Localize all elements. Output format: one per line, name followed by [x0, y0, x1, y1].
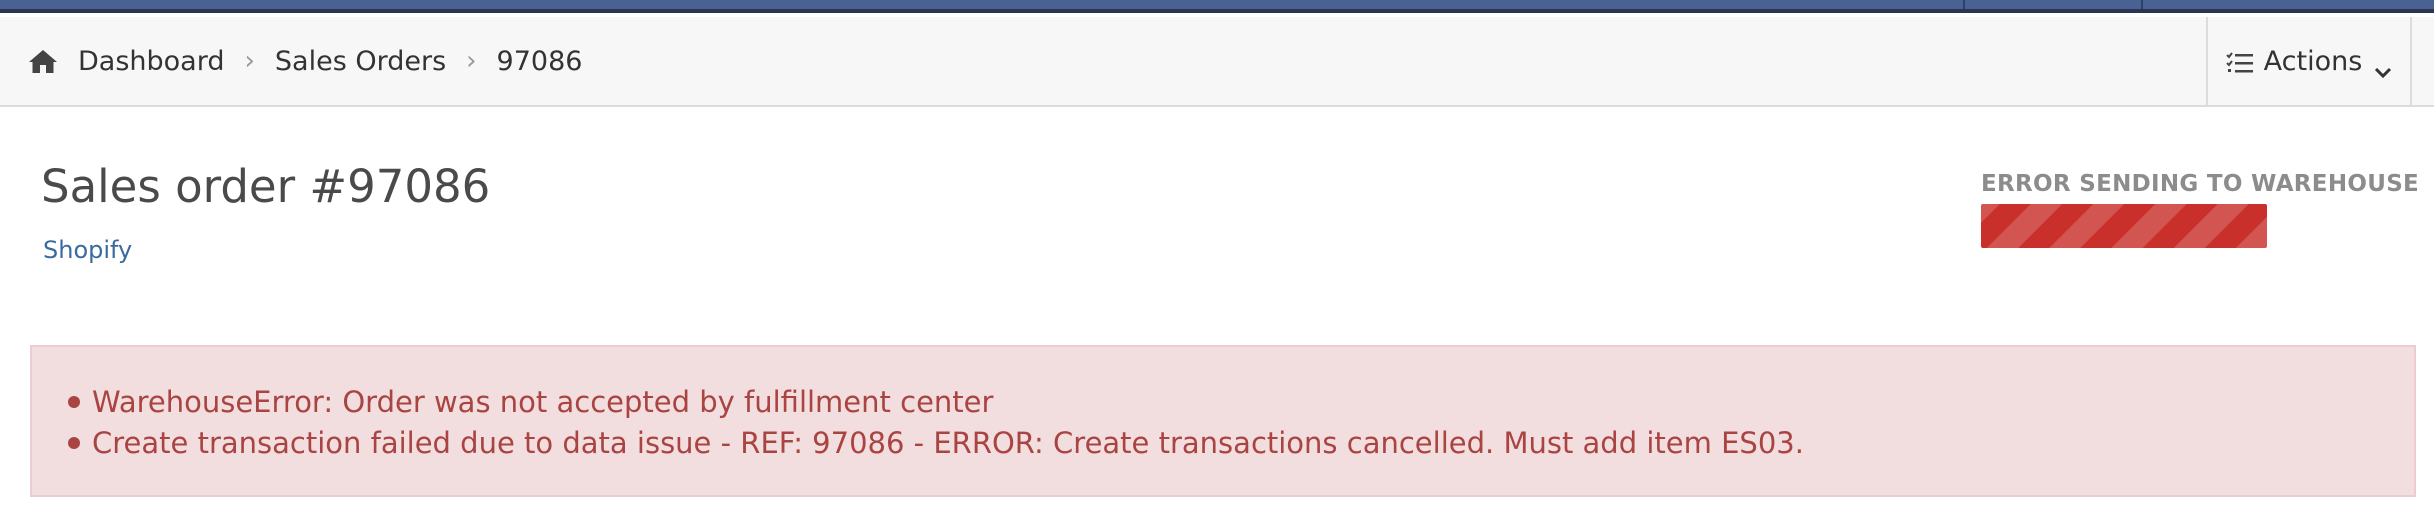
page-title: Sales order #97086: [41, 160, 491, 213]
error-alert: WarehouseError: Order was not accepted b…: [30, 345, 2416, 497]
actions-label: Actions: [2263, 45, 2363, 77]
navbar-divider: [2141, 0, 2143, 9]
breadcrumb: Dashboard › Sales Orders › 97086: [28, 17, 582, 105]
breadcrumb-bar: Dashboard › Sales Orders › 97086 Actions: [0, 17, 2434, 107]
status-label: ERROR SENDING TO WAREHOUSE: [1981, 171, 2420, 197]
status-progress-bar: [1981, 204, 2267, 248]
error-item: WarehouseError: Order was not accepted b…: [68, 381, 1804, 422]
breadcrumb-dashboard[interactable]: Dashboard: [78, 46, 224, 77]
bullet-icon: [68, 436, 80, 449]
chevron-down-icon: [2374, 55, 2392, 79]
error-item: Create transaction failed due to data is…: [68, 422, 1804, 463]
list-icon: [2225, 50, 2254, 73]
top-navbar: [0, 0, 2434, 13]
navbar-divider: [1963, 0, 1965, 9]
error-list: WarehouseError: Order was not accepted b…: [68, 381, 1804, 463]
breadcrumb-current: 97086: [496, 45, 583, 77]
order-source-link[interactable]: Shopify: [43, 236, 132, 264]
breadcrumb-sales-orders[interactable]: Sales Orders: [275, 46, 446, 77]
error-message: WarehouseError: Order was not accepted b…: [92, 384, 994, 419]
error-message: Create transaction failed due to data is…: [92, 425, 1804, 460]
actions-button[interactable]: Actions: [2206, 17, 2412, 105]
bullet-icon: [68, 395, 80, 408]
chevron-right-icon: ›: [466, 46, 477, 76]
home-icon[interactable]: [28, 48, 58, 74]
chevron-right-icon: ›: [244, 46, 255, 76]
